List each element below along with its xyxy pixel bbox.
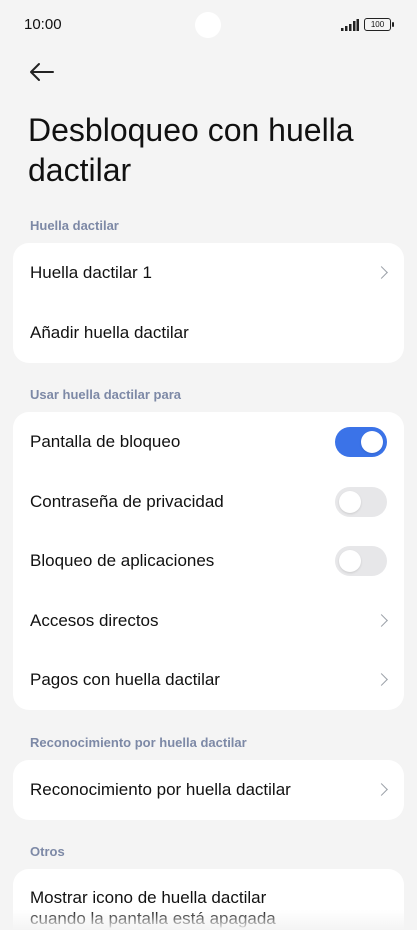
lock-screen-toggle[interactable] [335,427,387,457]
section-label-recognition: Reconocimiento por huella dactilar [30,735,247,750]
chevron-right-icon [375,614,388,627]
page-title: Desbloqueo con huella dactilar [28,112,354,188]
row-label: Accesos directos [30,611,159,630]
row-label: Huella dactilar 1 [30,263,152,282]
section-label-others: Otros [30,844,65,859]
fingerprint-1-row[interactable]: Huella dactilar 1 [13,243,404,303]
fingerprint-card: Huella dactilar 1 Añadir huella dactilar [13,243,404,363]
row-label: Bloqueo de aplicaciones [30,551,215,570]
toggle-knob [361,431,383,453]
chevron-right-icon [375,266,388,279]
recognition-card: Reconocimiento por huella dactilar [13,760,404,820]
battery-icon: 100 [364,18,394,31]
app-lock-toggle[interactable] [335,546,387,576]
fingerprint-payments-row[interactable]: Pagos con huella dactilar [13,650,404,710]
add-fingerprint-row[interactable]: Añadir huella dactilar [13,303,404,363]
battery-level: 100 [370,20,385,29]
recognition-row[interactable]: Reconocimiento por huella dactilar [13,760,404,820]
chevron-right-icon [375,783,388,796]
camera-cutout [195,12,221,38]
row-label: Pantalla de bloqueo [30,432,181,451]
app-lock-row[interactable]: Bloqueo de aplicaciones [13,531,404,591]
back-arrow-icon[interactable] [28,58,56,86]
row-label: Reconocimiento por huella dactilar [30,780,291,799]
privacy-password-toggle[interactable] [335,487,387,517]
use-for-card: Pantalla de bloqueo Contraseña de privac… [13,412,404,710]
bottom-fade [0,910,417,930]
section-label-use-for: Usar huella dactilar para [30,387,182,402]
privacy-password-row[interactable]: Contraseña de privacidad [13,472,404,532]
row-label: Añadir huella dactilar [30,323,189,342]
status-bar: 10:00 100 [0,0,417,50]
chevron-right-icon [375,673,388,686]
toggle-knob [339,491,361,513]
status-time: 10:00 [24,16,62,33]
shortcuts-row[interactable]: Accesos directos [13,591,404,651]
lock-screen-row[interactable]: Pantalla de bloqueo [13,412,404,472]
section-label-fingerprint: Huella dactilar [30,218,119,233]
toggle-knob [339,550,361,572]
signal-icon [341,19,359,31]
row-label: Pagos con huella dactilar [30,670,220,689]
row-label: Contraseña de privacidad [30,492,224,511]
